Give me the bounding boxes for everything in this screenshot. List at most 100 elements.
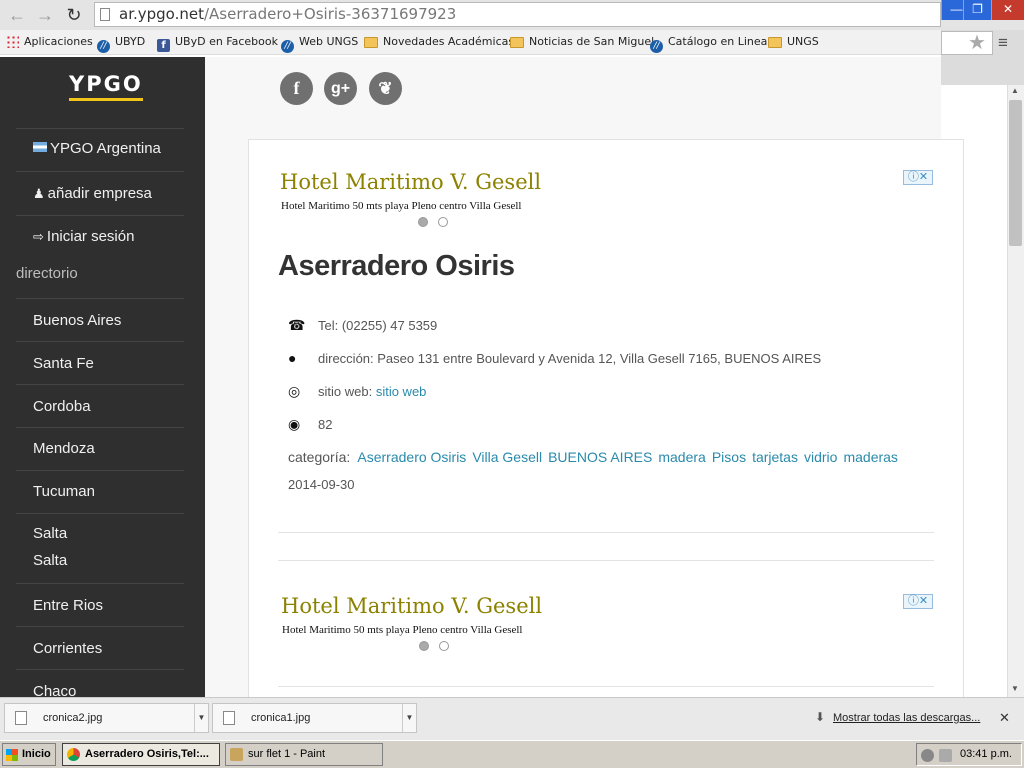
website-row: ◎ sitio web: sitio web [288,383,426,400]
network-icon[interactable] [939,749,952,762]
sidebar-item-entre-rios[interactable]: Entre Rios [16,583,184,626]
menu-icon[interactable]: ≡ [998,33,1008,53]
bookmark-ubyd-facebook[interactable]: f UByD en Facebook [157,34,278,52]
bookmark-label: Aplicaciones [24,35,93,48]
argentina-flag-icon [33,142,47,152]
restore-icon[interactable]: ❐ [963,0,991,20]
sidebar-item-anadir-empresa[interactable]: ♟ añadir empresa [16,171,184,215]
sidebar-item-salta[interactable]: Salta [16,513,184,542]
ad-subtitle[interactable]: Hotel Maritimo 50 mts playa Pleno centro… [281,200,521,212]
reload-icon[interactable]: ↻ [63,4,85,26]
taskbar-window-chrome[interactable]: Aserradero Osiris,Tel:... [62,743,220,766]
bookmark-label: UByD en Facebook [175,35,278,48]
add-user-icon: ♟ [33,186,45,201]
carousel-dot-active[interactable] [418,217,428,227]
views-row: ◉ 82 [288,416,332,433]
sidebar-item-corrientes[interactable]: Corrientes [16,626,184,669]
apps-grid-icon [6,35,19,48]
sidebar-item-buenos-aires[interactable]: Buenos Aires [16,298,184,341]
sidebar-item-label: YPGO Argentina [50,140,161,157]
website-link[interactable]: sitio web [376,384,427,399]
category-tag[interactable]: BUENOS AIRES [548,449,652,465]
forward-arrow-icon[interactable]: → [34,4,56,26]
sidebar-item-mendoza[interactable]: Mendoza [16,427,184,470]
sidebar-item-cordoba[interactable]: Cordoba [16,384,184,427]
category-tag[interactable]: vidrio [804,449,837,465]
scroll-up-icon[interactable]: ▲ [1011,86,1019,95]
site-logo[interactable]: YPGO [69,72,143,101]
category-tag[interactable]: madera [658,449,705,465]
sidebar-item-salta-duplicate[interactable]: Salta [16,541,184,583]
bookmark-label: Catálogo en Linea [668,35,768,48]
ad-title[interactable]: Hotel Maritimo V. Gesell [281,594,542,618]
download-item[interactable]: cronica1.jpg ▼ [212,703,417,733]
start-button[interactable]: Inicio [2,743,56,766]
category-tag[interactable]: tarjetas [752,449,798,465]
taskbar-window-label: sur flet 1 - Paint [248,748,326,760]
taskbar-window-label: Aserradero Osiris,Tel:... [85,748,209,760]
image-file-icon [223,711,235,725]
map-pin-icon: ● [288,350,297,366]
download-item[interactable]: cronica2.jpg ▼ [4,703,209,733]
ad-title[interactable]: Hotel Maritimo V. Gesell [280,170,541,194]
divider [278,686,934,687]
bookmark-noticias[interactable]: Noticias de San Miguel [510,34,654,51]
category-row: categoría: Aserradero Osiris Villa Gesell… [288,449,904,465]
carousel-dot[interactable] [439,641,449,651]
category-tag[interactable]: Pisos [712,449,746,465]
google-plus-icon[interactable]: g+ [324,72,357,105]
start-label: Inicio [22,748,51,760]
ad-choices-close-icon[interactable]: ⓘ✕ [903,170,933,185]
bookmark-catalogo[interactable]: // Catálogo en Linea [650,34,768,53]
sidebar-item-chaco[interactable]: Chaco [16,669,184,697]
phone-icon: ☎ [288,317,306,333]
tray-app-icon[interactable] [921,749,934,762]
folder-icon [364,37,378,48]
carousel-dot[interactable] [438,217,448,227]
bookmark-label: Novedades Académicas [383,35,515,48]
sidebar-item-iniciar-sesion[interactable]: ⇨ Iniciar sesión [16,215,184,258]
bookmark-aplicaciones[interactable]: Aplicaciones [6,34,93,51]
image-file-icon [15,711,27,725]
bookmark-star-icon[interactable]: ★ [968,30,986,55]
category-tag[interactable]: Aserradero Osiris [357,449,466,465]
ad-choices-close-icon[interactable]: ⓘ✕ [903,594,933,609]
address-bar[interactable]: ar.ypgo.net/Aserradero+Osiris-3637169792… [94,2,941,27]
bookmark-novedades[interactable]: Novedades Académicas [364,34,514,51]
windows-logo-icon [6,749,18,761]
dropdown-arrow-icon[interactable]: ▼ [402,704,416,732]
close-downloads-icon[interactable]: ✕ [999,710,1010,726]
category-tag[interactable]: Villa Gesell [472,449,542,465]
ad-subtitle[interactable]: Hotel Maritimo 50 mts playa Pleno centro… [282,624,522,636]
url-path: /Aserradero+Osiris-36371697923 [203,5,457,23]
facebook-icon[interactable]: f [280,72,313,105]
bookmark-ubyd[interactable]: // UBYD [97,34,145,53]
bookmark-ungs[interactable]: UNGS [768,34,819,51]
category-tag[interactable]: maderas [843,449,897,465]
dropdown-arrow-icon[interactable]: ▼ [194,704,208,732]
back-arrow-icon[interactable]: ← [6,4,28,26]
carousel-dot-active[interactable] [419,641,429,651]
show-all-downloads-link[interactable]: Mostrar todas las descargas... [833,712,980,724]
category-label: categoría: [288,449,351,465]
business-name: Aserradero Osiris [278,250,515,282]
taskbar-window-paint[interactable]: sur flet 1 - Paint [225,743,383,766]
sidebar-item-santa-fe[interactable]: Santa Fe [16,341,184,384]
clock[interactable]: 03:41 p.m. [960,748,1012,760]
twitter-icon[interactable]: ❦ [369,72,402,105]
sidebar-item-label: Iniciar sesión [46,228,135,245]
sidebar-item-ypgo-argentina[interactable]: YPGO Argentina [16,128,184,171]
paint-icon [230,748,243,761]
scrollbar-thumb[interactable] [1009,100,1022,246]
window-close-icon[interactable]: ✕ [991,0,1024,20]
ungs-logo-icon: // [281,40,294,53]
views-count: 82 [318,417,333,432]
page-icon [100,8,110,21]
bookmark-web-ungs[interactable]: // Web UNGS [281,34,358,53]
sidebar-item-label: añadir empresa [47,185,152,202]
scroll-down-icon[interactable]: ▼ [1011,684,1019,693]
system-tray: 03:41 p.m. [916,743,1022,766]
bookmarks-bar: Aplicaciones // UBYD f UByD en Facebook //… [0,30,941,55]
sidebar-item-tucuman[interactable]: Tucuman [16,470,184,513]
globe-icon: ◎ [288,383,301,399]
